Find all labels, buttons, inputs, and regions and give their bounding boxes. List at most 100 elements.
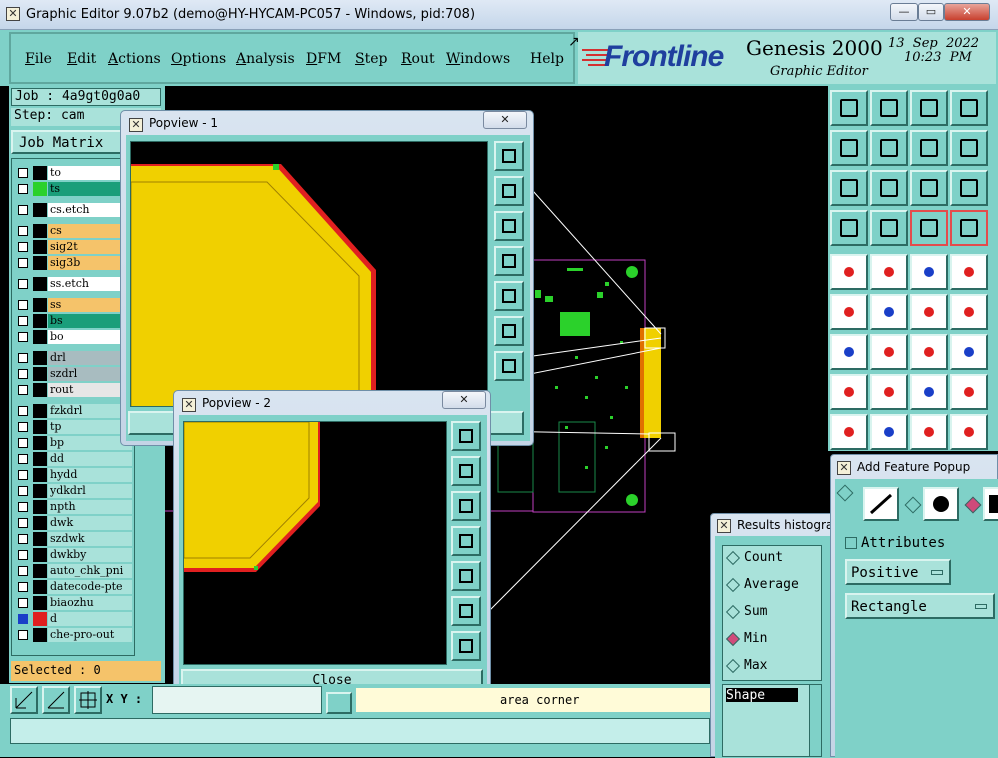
layer-row[interactable]: ss.etch — [14, 277, 132, 291]
layer-color-swatch[interactable] — [33, 436, 47, 450]
popview-2-zoom-out-button[interactable] — [451, 491, 481, 521]
measure-tool-button[interactable] — [10, 686, 38, 714]
popview-1-fit-all-button[interactable] — [494, 316, 524, 346]
shape-list[interactable]: Shape — [722, 684, 822, 757]
layer-row[interactable]: bs — [14, 314, 132, 328]
layer-name[interactable]: datecode-pte — [48, 580, 132, 594]
close-window-button[interactable]: ✕ — [944, 3, 990, 21]
fit-window-button[interactable] — [950, 90, 988, 126]
layer-row[interactable]: che-pro-out — [14, 628, 132, 642]
triangle-button[interactable] — [830, 414, 868, 450]
line-mode-radio[interactable] — [836, 484, 854, 502]
shape-select[interactable]: Rectangle — [845, 593, 995, 619]
popview-1-zoom-out-button[interactable] — [494, 211, 524, 241]
layer-color-swatch[interactable] — [33, 468, 47, 482]
rotate-button[interactable] — [870, 334, 908, 370]
layer-name[interactable]: szdwk — [48, 532, 132, 546]
layer-color-swatch[interactable] — [33, 612, 47, 626]
mirror-button[interactable] — [950, 334, 988, 370]
layer-row[interactable]: to — [14, 166, 132, 180]
layer-name[interactable]: ydkdrl — [48, 484, 132, 498]
layer-row[interactable]: ss — [14, 298, 132, 312]
layer-checkbox[interactable] — [18, 486, 28, 496]
layer-color-swatch[interactable] — [33, 314, 47, 328]
popview-2-zoom-in-button[interactable] — [451, 456, 481, 486]
layer-checkbox[interactable] — [18, 316, 28, 326]
angle-tool-button[interactable] — [42, 686, 70, 714]
layer-color-swatch[interactable] — [33, 516, 47, 530]
popview-2-pan-left-button[interactable] — [451, 526, 481, 556]
popview-1-center-button[interactable] — [494, 351, 524, 381]
connect-button[interactable] — [830, 294, 868, 330]
scale-button[interactable] — [910, 170, 948, 206]
triangle-a-button[interactable] — [870, 414, 908, 450]
layer-color-swatch[interactable] — [33, 628, 47, 642]
layer-row[interactable]: bp — [14, 436, 132, 450]
add-pad-button[interactable] — [830, 254, 868, 290]
zoom-fit-button[interactable] — [830, 170, 868, 206]
layer-checkbox[interactable] — [18, 470, 28, 480]
popview-2-pan-right-button[interactable] — [451, 561, 481, 591]
layer-name[interactable]: dwkby — [48, 548, 132, 562]
layer-color-swatch[interactable] — [33, 580, 47, 594]
layer-row[interactable]: cs — [14, 224, 132, 238]
layer-name[interactable]: biaozhu — [48, 596, 132, 610]
layer-color-swatch[interactable] — [33, 500, 47, 514]
minus-button[interactable] — [870, 374, 908, 410]
layer-name[interactable]: che-pro-out — [48, 628, 132, 642]
layer-checkbox[interactable] — [18, 630, 28, 640]
redraw-button[interactable] — [950, 130, 988, 166]
layer-name[interactable]: dwk — [48, 516, 132, 530]
triangle-t-button[interactable] — [910, 414, 948, 450]
select-button[interactable] — [950, 254, 988, 290]
layer-color-swatch[interactable] — [33, 452, 47, 466]
layer-checkbox[interactable] — [18, 502, 28, 512]
layer-row[interactable]: auto_chk_pni — [14, 564, 132, 578]
layer-checkbox[interactable] — [18, 598, 28, 608]
menu-dfm[interactable]: DFM — [306, 51, 341, 67]
layer-color-swatch[interactable] — [33, 182, 47, 196]
layer-color-swatch[interactable] — [33, 256, 47, 270]
shape-list-item[interactable]: Shape — [726, 688, 798, 703]
menu-step[interactable]: Step — [355, 51, 387, 67]
pad-tool-button[interactable] — [923, 487, 959, 521]
layer-color-swatch[interactable] — [33, 224, 47, 238]
layer-checkbox[interactable] — [18, 518, 28, 528]
menu-edit[interactable]: Edit — [67, 51, 96, 67]
layer-color-swatch[interactable] — [33, 404, 47, 418]
layer-checkbox[interactable] — [18, 614, 28, 624]
popview-1-canvas[interactable] — [130, 141, 488, 407]
xy-input[interactable] — [152, 686, 322, 714]
layer-color-swatch[interactable] — [33, 351, 47, 365]
layer-checkbox[interactable] — [18, 406, 28, 416]
layer-color-swatch[interactable] — [33, 596, 47, 610]
layer-checkbox[interactable] — [18, 534, 28, 544]
surface-tool-button[interactable] — [983, 487, 998, 521]
line-tool-button[interactable] — [863, 487, 899, 521]
popview-2-canvas[interactable] — [183, 421, 447, 665]
line-button[interactable] — [870, 254, 908, 290]
layer-color-swatch[interactable] — [33, 383, 47, 397]
menu-analysis[interactable]: Analysis — [236, 51, 295, 67]
layer-row[interactable]: dd — [14, 452, 132, 466]
delete-button[interactable] — [870, 294, 908, 330]
layer-row[interactable]: rout — [14, 383, 132, 397]
layer-checkbox[interactable] — [18, 300, 28, 310]
menu-actions[interactable]: Actions — [108, 51, 161, 67]
layer-row[interactable]: dwkby — [14, 548, 132, 562]
polarity-select[interactable]: Positive — [845, 559, 951, 585]
popview-1-pan-right-button[interactable] — [494, 281, 524, 311]
menu-help[interactable]: Help — [530, 51, 564, 67]
snap-center-button[interactable] — [950, 210, 988, 246]
layer-row[interactable]: tp — [14, 420, 132, 434]
move-button[interactable] — [910, 294, 948, 330]
popview-2-fit-all-button[interactable] — [451, 596, 481, 626]
layer-checkbox[interactable] — [18, 168, 28, 178]
menu-options[interactable]: Options — [171, 51, 226, 67]
popview-1-zoom-in-button[interactable] — [494, 176, 524, 206]
layer-row[interactable]: biaozhu — [14, 596, 132, 610]
layer-row[interactable]: ts — [14, 182, 132, 196]
layer-checkbox[interactable] — [18, 205, 28, 215]
layer-color-swatch[interactable] — [33, 166, 47, 180]
layer-checkbox[interactable] — [18, 438, 28, 448]
